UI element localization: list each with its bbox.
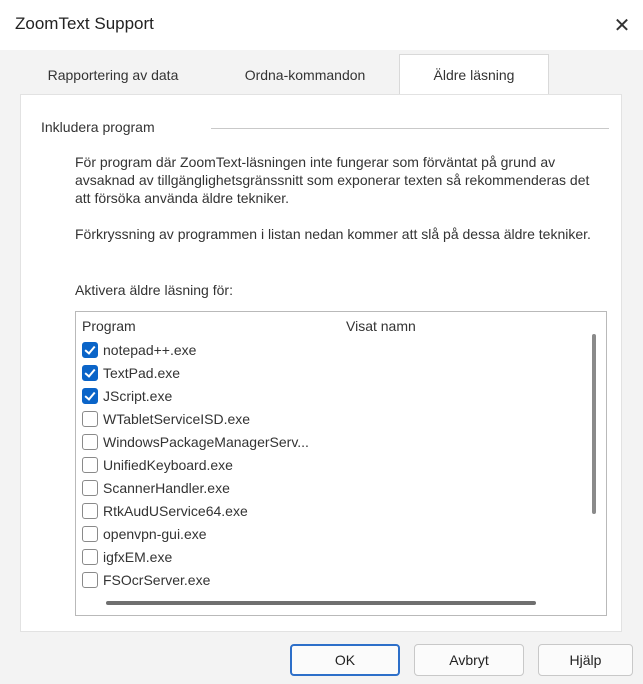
tab-strip: Rapportering av data Ordna-kommandon Äld…	[20, 54, 620, 94]
list-item-label: UnifiedKeyboard.exe	[103, 457, 233, 473]
list-item-label: openvpn-gui.exe	[103, 526, 207, 542]
column-header-visat-namn[interactable]: Visat namn	[346, 318, 416, 334]
list-item[interactable]: WindowsPackageManagerServ...	[82, 432, 582, 454]
list-item-checkbox[interactable]	[82, 549, 98, 565]
list-item[interactable]: igfxEM.exe	[82, 547, 582, 569]
list-item-checkbox[interactable]	[82, 480, 98, 496]
list-item-checkbox[interactable]	[82, 503, 98, 519]
description-paragraph: För program där ZoomText-läsningen inte …	[75, 154, 590, 206]
group-label-inkludera-program: Inkludera program	[41, 119, 155, 135]
list-item-label: igfxEM.exe	[103, 549, 173, 565]
tab-ordna-kommandon[interactable]: Ordna-kommandon	[210, 58, 400, 92]
list-item[interactable]: notepad++.exe	[82, 340, 582, 362]
window-title: ZoomText Support	[15, 14, 154, 33]
ok-button[interactable]: OK	[290, 644, 400, 676]
list-item-checkbox[interactable]	[82, 342, 98, 358]
list-item[interactable]: openvpn-gui.exe	[82, 524, 582, 546]
list-item-checkbox[interactable]	[82, 434, 98, 450]
list-item-checkbox[interactable]	[82, 572, 98, 588]
list-item-checkbox[interactable]	[82, 388, 98, 404]
column-header-program[interactable]: Program	[82, 318, 136, 334]
tab-aldre-lasning[interactable]: Äldre läsning	[399, 54, 549, 94]
list-item[interactable]: JScript.exe	[82, 386, 582, 408]
tab-rapportering-av-data[interactable]: Rapportering av data	[20, 58, 206, 92]
list-item-label: ScannerHandler.exe	[103, 480, 230, 496]
title-bar: ZoomText Support ✕	[0, 0, 643, 50]
list-item-label: WindowsPackageManagerServ...	[103, 434, 309, 450]
list-item-checkbox[interactable]	[82, 457, 98, 473]
note-paragraph: Förkryssning av programmen i listan neda…	[75, 226, 591, 242]
list-item[interactable]: FSOcrServer.exe	[82, 570, 582, 592]
list-item-checkbox[interactable]	[82, 411, 98, 427]
tab-panel: Inkludera program För program där ZoomTe…	[20, 94, 622, 632]
list-item[interactable]: RtkAudUService64.exe	[82, 501, 582, 523]
list-item-checkbox[interactable]	[82, 526, 98, 542]
list-item[interactable]: UnifiedKeyboard.exe	[82, 455, 582, 477]
list-label: Aktivera äldre läsning för:	[75, 282, 233, 298]
cancel-button[interactable]: Avbryt	[414, 644, 524, 676]
list-item[interactable]: TextPad.exe	[82, 363, 582, 385]
list-item-label: notepad++.exe	[103, 342, 197, 358]
list-item-label: WTabletServiceISD.exe	[103, 411, 251, 427]
group-divider	[211, 128, 609, 129]
zoomtext-support-dialog: ZoomText Support ✕ Rapportering av data …	[0, 0, 643, 684]
list-item-label: RtkAudUService64.exe	[103, 503, 248, 519]
list-item-label: FSOcrServer.exe	[103, 572, 211, 588]
vertical-scrollbar[interactable]	[592, 334, 596, 514]
help-button[interactable]: Hjälp	[538, 644, 633, 676]
list-item-label: TextPad.exe	[103, 365, 181, 381]
list-item-checkbox[interactable]	[82, 365, 98, 381]
list-item[interactable]: WTabletServiceISD.exe	[82, 409, 582, 431]
list-item-label: JScript.exe	[103, 388, 173, 404]
close-icon: ✕	[613, 14, 631, 37]
close-button[interactable]: ✕	[605, 8, 639, 42]
program-list[interactable]: Program Visat namn notepad++.exe TextPad.…	[75, 311, 607, 616]
horizontal-scrollbar[interactable]	[106, 601, 536, 605]
list-item[interactable]: ScannerHandler.exe	[82, 478, 582, 500]
